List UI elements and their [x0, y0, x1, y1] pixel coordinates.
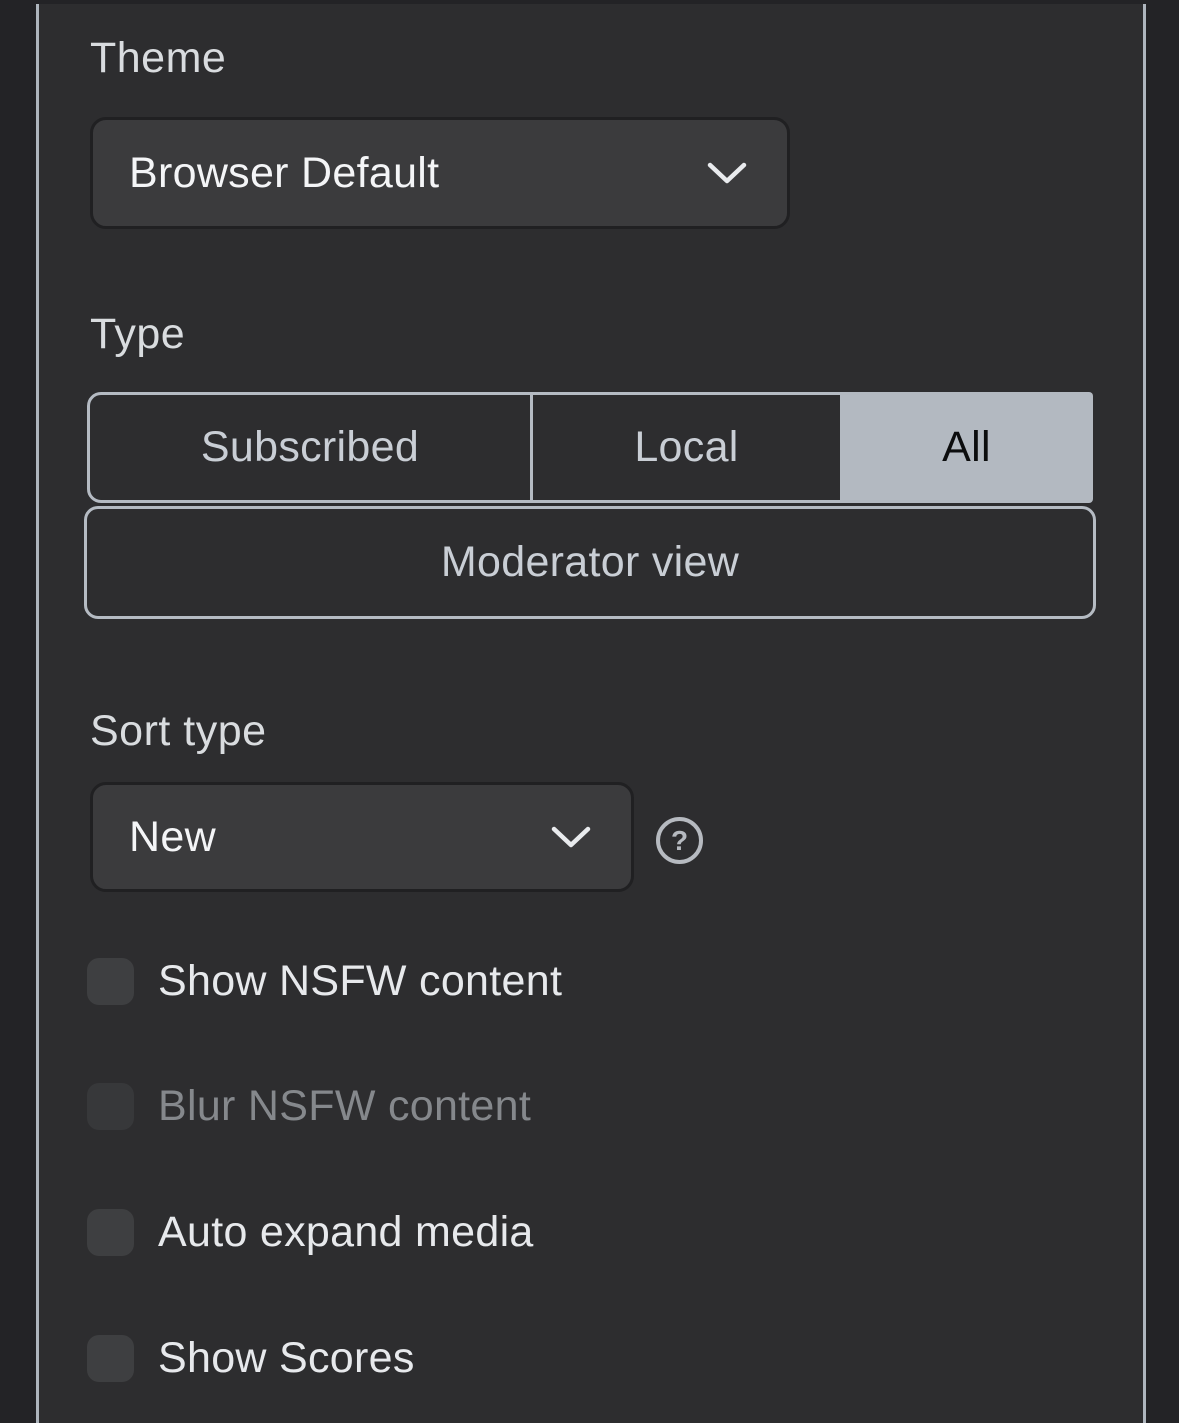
type-option-subscribed[interactable]: Subscribed	[90, 395, 530, 500]
blur-nsfw-checkbox	[87, 1082, 134, 1130]
auto-expand-media-checkbox[interactable]	[87, 1208, 134, 1256]
show-nsfw-label: Show NSFW content	[158, 956, 563, 1005]
question-circle-icon[interactable]: ?	[656, 817, 703, 864]
theme-select[interactable]: Browser Default	[90, 117, 790, 229]
blur-nsfw-row: Blur NSFW content	[87, 1082, 531, 1130]
show-scores-label: Show Scores	[158, 1333, 415, 1382]
show-nsfw-row: Show NSFW content	[87, 957, 562, 1005]
blur-nsfw-label: Blur NSFW content	[158, 1081, 532, 1130]
chevron-down-icon	[551, 825, 591, 849]
auto-expand-media-label: Auto expand media	[158, 1207, 534, 1256]
type-option-local[interactable]: Local	[530, 395, 840, 500]
theme-label: Theme	[90, 34, 227, 82]
show-scores-checkbox[interactable]	[87, 1334, 134, 1382]
chevron-down-icon	[707, 161, 747, 185]
moderator-view-button[interactable]: Moderator view	[84, 506, 1096, 619]
sort-type-select[interactable]: New	[90, 782, 634, 892]
type-option-all[interactable]: All	[840, 392, 1093, 503]
listing-type-button-group: Subscribed Local All	[87, 392, 1093, 503]
show-nsfw-checkbox[interactable]	[87, 957, 134, 1005]
show-scores-row: Show Scores	[87, 1334, 415, 1382]
settings-panel: Theme Browser Default Type Subscribed Lo…	[36, 4, 1146, 1423]
auto-expand-media-row: Auto expand media	[87, 1208, 534, 1256]
sort-type-label: Sort type	[90, 707, 267, 755]
type-label: Type	[90, 310, 186, 358]
sort-type-select-value: New	[129, 812, 216, 861]
theme-select-value: Browser Default	[129, 148, 440, 197]
